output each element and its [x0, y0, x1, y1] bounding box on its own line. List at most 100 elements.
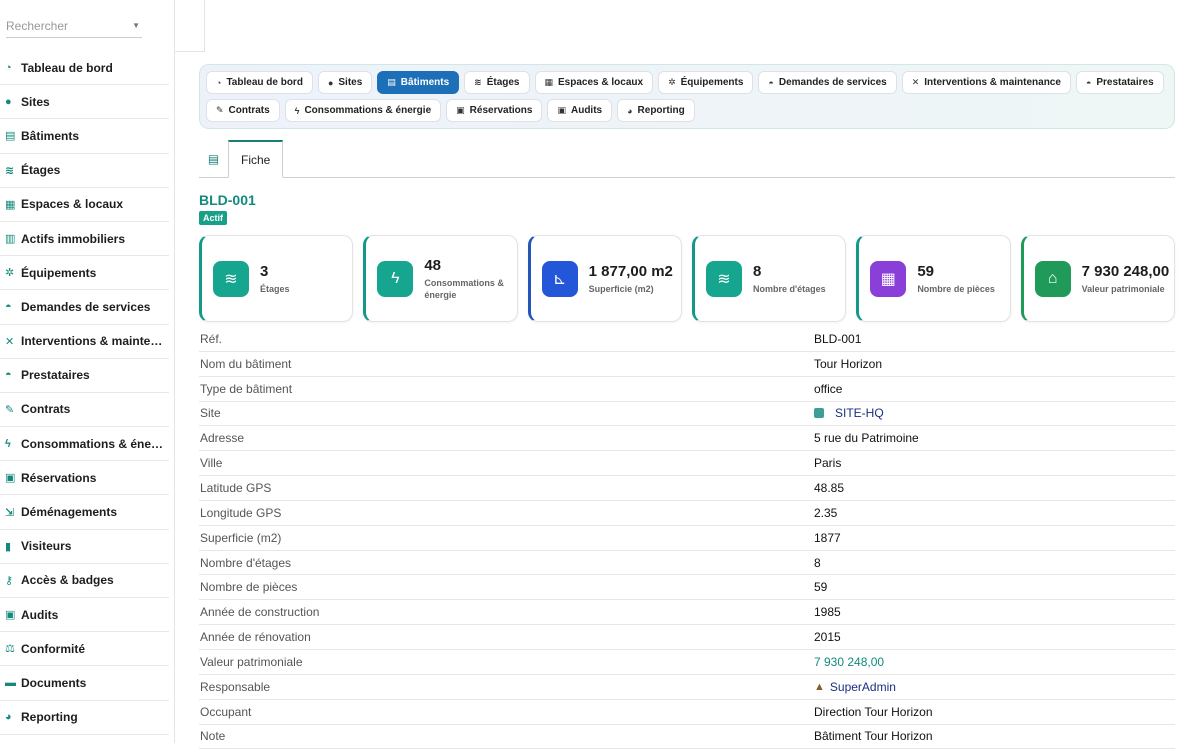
- nav-pill[interactable]: ϟConsommations & énergie: [285, 99, 441, 122]
- stat-cards: ≋3Étagesϟ48Consommations & énergie⊾1 877…: [199, 235, 1175, 322]
- nav-pill[interactable]: ◕Reporting: [617, 99, 695, 122]
- sidebar-item[interactable]: ▮Visiteurs: [0, 530, 169, 564]
- nav-pill[interactable]: ◔ Tableau de bord: [206, 71, 313, 94]
- calendar-check-icon: ▣: [5, 471, 21, 484]
- stat-card[interactable]: ϟ 48Consommations & énergie: [363, 235, 517, 322]
- sidebar-item[interactable]: ◔Tableau de bord: [0, 51, 169, 85]
- nav-pill-label: Sites: [338, 77, 362, 88]
- dolly-icon: ⇲: [5, 506, 21, 519]
- sidebar-item[interactable]: ⚖Conformité: [0, 632, 169, 666]
- layers-icon: ≋: [706, 261, 742, 297]
- property-label: Superficie (m2): [199, 531, 814, 545]
- sidebar-item[interactable]: ◓Demandes de services: [0, 290, 169, 324]
- tools-icon: ✕: [5, 335, 21, 348]
- sidebar-item[interactable]: ≋Étages: [0, 154, 169, 188]
- nav-pill[interactable]: ▣Audits: [547, 99, 612, 122]
- property-table: Réf.BLD-001Nom du bâtimentTour HorizonTy…: [199, 327, 1175, 749]
- property-value: Direction Tour Horizon: [814, 705, 933, 719]
- stat-label: Consommations & énergie: [424, 277, 516, 301]
- search-input[interactable]: Rechercher ▼: [6, 14, 142, 38]
- sidebar-item[interactable]: ◓Prestataires: [0, 359, 169, 393]
- sidebar-item[interactable]: ▤Bâtiments: [0, 119, 169, 153]
- property-value-text: office: [814, 382, 842, 396]
- property-value: 7 930 248,00: [814, 655, 884, 669]
- property-value: Bâtiment Tour Horizon: [814, 729, 933, 743]
- sidebar-item-label: Interventions & maintenance: [21, 334, 167, 348]
- nav-pill[interactable]: ▣Réservations: [446, 99, 542, 122]
- property-value[interactable]: SITE-HQ: [814, 406, 884, 420]
- sidebar-item[interactable]: ✕Interventions & maintenance: [0, 325, 169, 359]
- property-label: Note: [199, 729, 814, 743]
- property-label: Responsable: [199, 680, 814, 694]
- property-value: 8: [814, 556, 821, 570]
- search-placeholder: Rechercher: [6, 19, 68, 33]
- property-label: Année de rénovation: [199, 630, 814, 644]
- stat-card-body: 1 877,00 m2Superficie (m2): [589, 263, 673, 295]
- service-bell-icon: ◓: [768, 78, 773, 88]
- stat-card-body: 3Étages: [260, 263, 290, 295]
- nav-pill[interactable]: ✕Interventions & maintenance: [902, 71, 1071, 94]
- sidebar-item[interactable]: ▦Espaces & locaux: [0, 188, 169, 222]
- sidebar-item[interactable]: ⇲Déménagements: [0, 495, 169, 529]
- gears-icon: ✲: [668, 77, 676, 88]
- sidebar-item-label: Consommations & énergie: [21, 437, 167, 451]
- property-value: 2.35: [814, 506, 837, 520]
- nav-pill[interactable]: ◓Prestataires: [1076, 71, 1164, 94]
- nav-pill-label: Tableau de bord: [226, 77, 303, 88]
- nav-pill[interactable]: ✲Équipements: [658, 71, 753, 94]
- sidebar-item-label: Documents: [21, 676, 86, 690]
- property-value-text: Direction Tour Horizon: [814, 705, 933, 719]
- building-icon: ▤: [387, 77, 396, 88]
- sidebar-item[interactable]: ▣Audits: [0, 598, 169, 632]
- property-value: BLD-001: [814, 332, 861, 346]
- sidebar-item[interactable]: ▥Actifs immobiliers: [0, 222, 169, 256]
- sidebar-item[interactable]: ϟConsommations & énergie: [0, 427, 169, 461]
- building-icon: ▤: [5, 129, 21, 142]
- stat-card[interactable]: ⊾1 877,00 m2Superficie (m2): [528, 235, 682, 322]
- stat-card[interactable]: ⌂7 930 248,00Valeur patrimoniale: [1021, 235, 1175, 322]
- id-badge-icon: ▮: [5, 540, 21, 553]
- service-bell-icon: ◓: [5, 301, 21, 313]
- sidebar-item[interactable]: ●Sites: [0, 85, 169, 119]
- property-row: Adresse5 rue du Patrimoine: [199, 426, 1175, 451]
- property-value: 1985: [814, 605, 841, 619]
- sidebar-item-label: Réservations: [21, 471, 96, 485]
- sidebar-item[interactable]: ◕Reporting: [0, 701, 169, 735]
- nav-pill[interactable]: ▤Bâtiments: [377, 71, 459, 94]
- pie-chart-icon: ◕: [5, 711, 21, 723]
- property-label: Année de construction: [199, 605, 814, 619]
- nav-pill[interactable]: ≋Étages: [464, 71, 529, 94]
- contractor-icon: ◓: [5, 369, 21, 381]
- property-value-text: 5 rue du Patrimoine: [814, 431, 919, 445]
- sidebar-item[interactable]: ▬Documents: [0, 666, 169, 700]
- property-label: Réf.: [199, 332, 814, 346]
- stat-card[interactable]: ▦59Nombre de pièces: [856, 235, 1010, 322]
- gauge-icon: ◔: [216, 78, 221, 88]
- stat-card[interactable]: ≋3Étages: [199, 235, 353, 322]
- clipboard-check-icon: ▣: [5, 608, 21, 621]
- stat-card-body: 48Consommations & énergie: [424, 257, 516, 301]
- property-row: OccupantDirection Tour Horizon: [199, 700, 1175, 725]
- property-row: Longitude GPS2.35: [199, 501, 1175, 526]
- sidebar-item[interactable]: ✎Contrats: [0, 393, 169, 427]
- nav-pill-label: Demandes de services: [779, 77, 887, 88]
- stat-card[interactable]: ≋8Nombre d'étages: [692, 235, 846, 322]
- nav-pill[interactable]: ●Sites: [318, 71, 372, 94]
- property-row: Latitude GPS48.85: [199, 476, 1175, 501]
- property-row: Nombre d'étages8: [199, 551, 1175, 576]
- property-value-text: 1877: [814, 531, 841, 545]
- tab-fiche[interactable]: Fiche: [228, 140, 283, 178]
- nav-pill[interactable]: ✎Contrats: [206, 99, 280, 122]
- sidebar-item[interactable]: ▣Réservations: [0, 461, 169, 495]
- chevron-down-icon[interactable]: ▼: [132, 21, 140, 30]
- property-label: Adresse: [199, 431, 814, 445]
- nav-pill[interactable]: ◓ Demandes de services: [758, 71, 896, 94]
- nav-pill[interactable]: ▦Espaces & locaux: [535, 71, 654, 94]
- bolt-icon: ϟ: [377, 261, 413, 297]
- sidebar-item[interactable]: ✲Équipements: [0, 256, 169, 290]
- user-icon: ▲: [814, 681, 825, 693]
- property-icon: ▥: [5, 232, 21, 245]
- property-value[interactable]: ▲SuperAdmin: [814, 680, 896, 694]
- property-value-text: 2015: [814, 630, 841, 644]
- sidebar-item[interactable]: ⚷Accès & badges: [0, 564, 169, 598]
